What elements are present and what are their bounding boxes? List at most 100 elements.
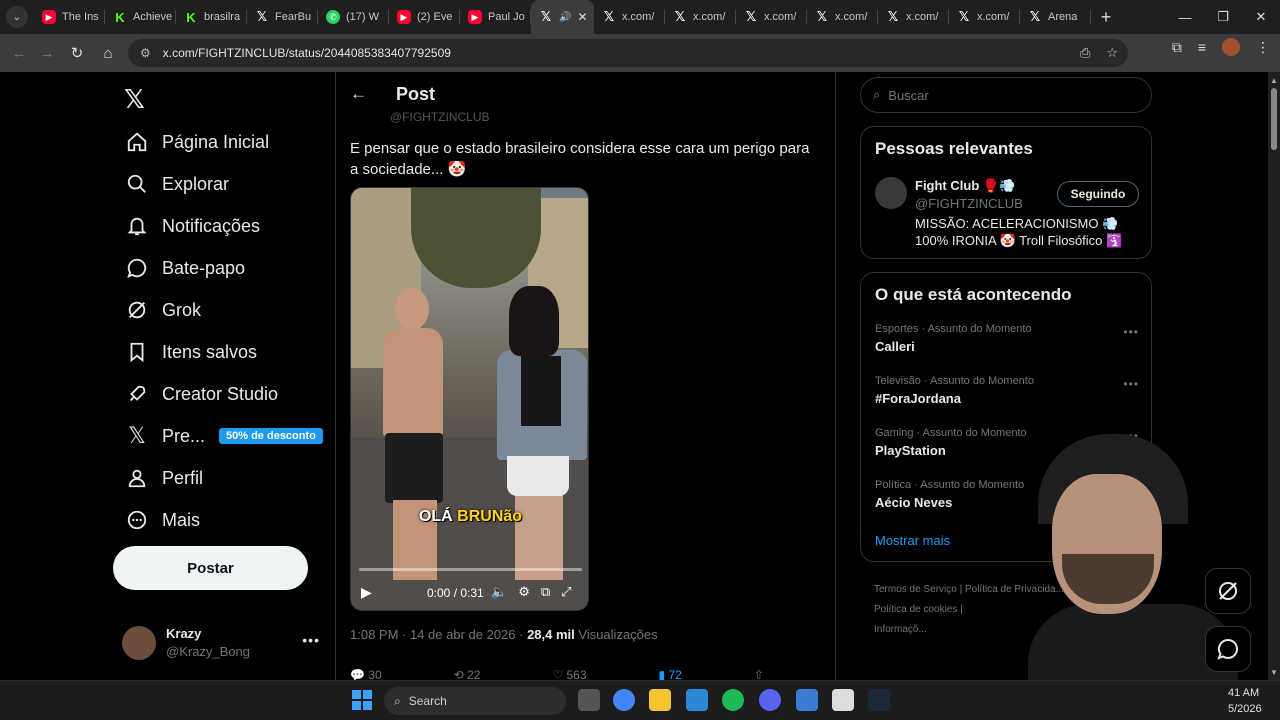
nav-item-premium[interactable]: 𝕏 Pre... 50% de desconto <box>124 415 323 457</box>
tab[interactable]: ▶ (2) Eve <box>389 0 460 34</box>
extensions-icon[interactable]: ⧉ <box>1172 39 1182 56</box>
volume-icon[interactable]: 🔈 <box>491 584 507 600</box>
spotify-icon[interactable] <box>722 689 744 711</box>
video-player[interactable]: OLÁ BRUNão ▶ 0:00 / 0:31 🔈 ⚙ ⧉ ⤢ <box>350 187 589 611</box>
tab[interactable]: ▶ Paul Jo <box>460 0 531 34</box>
new-tab-icon[interactable]: + <box>1091 7 1121 28</box>
tab[interactable]: 𝕏x.com/ <box>807 0 878 34</box>
forward-arrow-icon[interactable]: → <box>32 38 62 68</box>
tab[interactable]: 𝕏x.com/ <box>949 0 1020 34</box>
home-icon[interactable]: ⌂ <box>93 38 123 68</box>
tab[interactable]: ✆ (17) W <box>318 0 389 34</box>
tab[interactable]: 𝕏 Arena <box>1020 0 1091 34</box>
show-more-link[interactable]: Mostrar mais <box>875 533 950 548</box>
trend-item[interactable]: Televisão · Assunto do Momento #ForaJord… <box>875 375 1139 415</box>
whatsapp-icon: ✆ <box>326 10 340 24</box>
post-button[interactable]: Postar <box>113 546 308 590</box>
more-dots-icon[interactable]: ••• <box>1123 325 1139 339</box>
nav-item-explore[interactable]: Explorar <box>124 163 229 205</box>
chat-icon[interactable] <box>1205 626 1251 672</box>
window-controls: — ❐ ✕ <box>1166 0 1280 34</box>
nav-item-notifications[interactable]: Notificações <box>124 205 260 247</box>
tab-label: x.com/ <box>835 11 868 23</box>
media-controls-icon[interactable]: ≡ <box>1198 39 1206 55</box>
store-icon[interactable] <box>686 689 708 711</box>
restore-icon[interactable]: ❐ <box>1204 0 1242 34</box>
repost-button[interactable]: ⟲ 22 <box>454 668 481 680</box>
youtube-icon: ▶ <box>468 10 482 24</box>
youtube-icon: ▶ <box>42 10 56 24</box>
like-button[interactable]: ♡ 563 <box>552 668 586 680</box>
kick-icon: K <box>186 9 196 25</box>
search-input[interactable]: ⌕ Buscar <box>860 77 1152 113</box>
page-scrollbar[interactable]: ▲ ▼ <box>1268 72 1280 680</box>
minimize-icon[interactable]: — <box>1166 0 1204 34</box>
share-icon[interactable]: ⇧ <box>754 668 764 680</box>
video-progress-bar[interactable] <box>359 568 582 571</box>
bookmark-button[interactable]: ▮ 72 <box>659 668 682 680</box>
site-info-icon[interactable]: ⚙ <box>140 46 151 60</box>
tab[interactable]: K Achieve <box>105 0 176 34</box>
scroll-down-icon[interactable]: ▼ <box>1270 668 1278 677</box>
tab[interactable]: ▶ The Ins <box>34 0 105 34</box>
profile-avatar-icon[interactable] <box>1222 38 1240 56</box>
author-handle[interactable]: @FIGHTZINCLUB <box>390 110 490 124</box>
photos-icon[interactable] <box>796 689 818 711</box>
taskbar-clock[interactable]: 41 AM 5/2026 <box>1228 685 1262 717</box>
tab[interactable]: 𝕏x.com/ <box>878 0 949 34</box>
address-bar[interactable]: ⚙ x.com/FIGHTZINCLUB/status/204408538340… <box>128 39 1128 67</box>
x-icon: 𝕏 <box>958 9 970 24</box>
tab[interactable]: Kbrasilra <box>176 0 247 34</box>
browser-menu-icon[interactable]: ⋮ <box>1256 39 1270 56</box>
x-logo-icon[interactable]: 𝕏 <box>124 84 145 115</box>
nav-item-more[interactable]: Mais <box>124 499 200 541</box>
account-switcher[interactable]: Krazy @Krazy_Bong ••• <box>122 624 322 664</box>
grok-icon[interactable] <box>1205 568 1251 614</box>
back-arrow-icon[interactable]: ← <box>350 84 367 104</box>
nav-item-home[interactable]: Página Inicial <box>124 121 269 163</box>
fullscreen-icon[interactable]: ⤢ <box>561 584 571 600</box>
tab-search-icon[interactable]: ⌄ <box>6 6 28 28</box>
nav-item-chat[interactable]: Bate-papo <box>124 247 245 289</box>
following-button[interactable]: Seguindo <box>1057 181 1139 207</box>
tab[interactable]: 𝕏x.com/ <box>736 0 807 34</box>
scroll-up-icon[interactable]: ▲ <box>1270 76 1278 85</box>
back-arrow-icon[interactable]: ← <box>4 38 34 68</box>
profile-name[interactable]: Fight Club 🥊💨 <box>915 178 1015 194</box>
file-explorer-icon[interactable] <box>649 689 671 711</box>
more-dots-icon[interactable]: ••• <box>1123 377 1139 391</box>
install-app-icon[interactable]: ⎙ <box>1080 45 1090 61</box>
discord-icon[interactable] <box>759 689 781 711</box>
trend-item[interactable]: Esportes · Assunto do Momento Calleri ••… <box>875 323 1139 363</box>
play-icon[interactable]: ▶ <box>361 584 372 601</box>
windows-start-icon[interactable] <box>352 690 372 710</box>
tab[interactable]: 𝕏x.com/ <box>665 0 736 34</box>
reload-icon[interactable]: ↻ <box>62 38 92 68</box>
profile-bio: MISSÃO: ACELERACIONISMO 💨 100% IRONIA 🤡 … <box>915 216 1123 248</box>
app-icon[interactable] <box>832 689 854 711</box>
tab[interactable]: 𝕏x.com/ <box>594 0 665 34</box>
chrome-icon[interactable] <box>613 689 635 711</box>
nav-item-creator-studio[interactable]: Creator Studio <box>124 373 278 415</box>
scroll-thumb[interactable] <box>1271 88 1277 150</box>
more-dots-icon[interactable]: ••• <box>302 632 320 648</box>
task-view-icon[interactable] <box>578 689 600 711</box>
tab[interactable]: 𝕏 FearBu <box>247 0 318 34</box>
close-tab-icon[interactable]: ✕ <box>577 10 587 24</box>
tab-label: Arena <box>1048 11 1078 23</box>
tab-active[interactable]: 𝕏 🔊 ✕ <box>531 0 594 34</box>
card-title: Pessoas relevantes <box>875 139 1033 158</box>
nav-item-bookmarks[interactable]: Itens salvos <box>124 331 257 373</box>
picture-in-picture-icon[interactable]: ⧉ <box>541 584 550 600</box>
settings-icon[interactable]: ⚙ <box>518 584 530 600</box>
nav-item-grok[interactable]: Grok <box>124 289 201 331</box>
nav-item-profile[interactable]: Perfil <box>124 457 203 499</box>
steam-icon[interactable] <box>868 689 890 711</box>
taskbar-search[interactable]: ⌕ Search <box>384 687 566 715</box>
bookmark-star-icon[interactable]: ☆ <box>1106 45 1118 61</box>
close-window-icon[interactable]: ✕ <box>1242 0 1280 34</box>
audio-playing-icon[interactable]: 🔊 <box>559 12 571 23</box>
profile-handle[interactable]: @FIGHTZINCLUB <box>915 196 1023 211</box>
avatar[interactable] <box>875 177 907 209</box>
reply-button[interactable]: 💬 30 <box>350 668 382 680</box>
